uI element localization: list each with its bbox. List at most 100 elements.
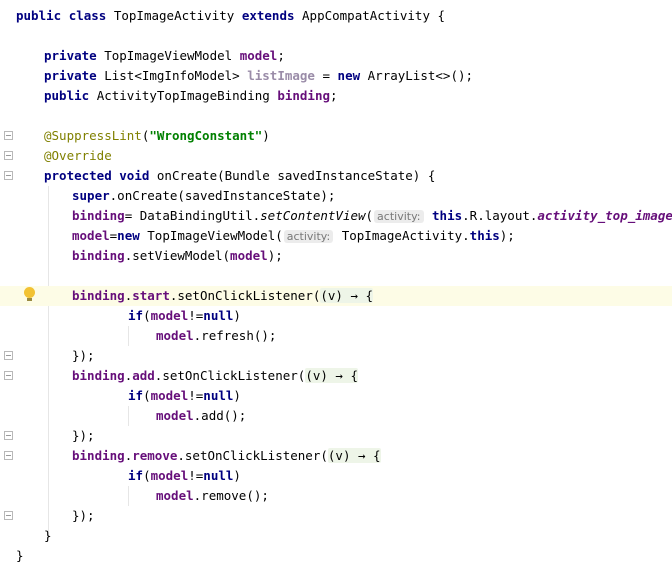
expression: .setViewModel( (124, 248, 231, 263)
paren: ( (143, 388, 151, 403)
keyword: private (44, 48, 97, 63)
field-name: remove (132, 448, 178, 463)
paren: ) (233, 388, 241, 403)
method-call: .add(); (193, 408, 247, 423)
closing-brackets: }); (72, 508, 95, 523)
code-line-annotation-override[interactable]: @Override (16, 146, 672, 166)
code-line-close-class[interactable]: } (16, 546, 672, 566)
expression: .onCreate(savedInstanceState); (109, 188, 336, 203)
field-name-unused: listImage (247, 68, 315, 83)
code-line-field-binding[interactable]: public ActivityTopImageBinding binding; (16, 86, 672, 106)
method-call: .refresh(); (193, 328, 277, 343)
field-name: model (156, 408, 194, 423)
keyword: super (72, 188, 110, 203)
code-line-annotation-suppresslint[interactable]: @SuppressLint("WrongConstant") (16, 126, 672, 146)
closing-brackets: }); (72, 348, 95, 363)
semicolon: ; (330, 88, 338, 103)
code-editor[interactable]: public class TopImageActivity extends Ap… (0, 0, 672, 576)
annotation: @Override (44, 148, 112, 163)
fold-marker-icon[interactable] (4, 371, 13, 380)
field-name: model (72, 228, 110, 243)
code-line-class-declaration[interactable]: public class TopImageActivity extends Ap… (16, 6, 672, 26)
brace: { (437, 8, 446, 23)
keyword: void (119, 168, 150, 183)
fold-marker-icon[interactable] (4, 451, 13, 460)
method-call: .setOnClickListener( (177, 448, 328, 463)
fold-marker-icon[interactable] (4, 511, 13, 520)
code-line-field-listimage[interactable]: private List<ImgInfoModel> listImage = n… (16, 66, 672, 86)
code-line-super-oncreate[interactable]: super.onCreate(savedInstanceState); (16, 186, 672, 206)
lambda-expression: (v) → { (305, 368, 358, 383)
fold-marker-icon[interactable] (4, 171, 13, 180)
expression: .R.layout. (462, 208, 538, 223)
keyword: this (432, 208, 463, 223)
operator: = (322, 68, 331, 83)
keyword: class (68, 8, 107, 23)
string-literal: "WrongConstant" (149, 128, 263, 143)
code-line-add-listener[interactable]: binding.add.setOnClickListener((v) → { (16, 366, 672, 386)
keyword: null (203, 388, 234, 403)
code-line-if-model-null[interactable]: if(model!=null) (16, 386, 672, 406)
class-reference: TopImageActivity. (341, 228, 470, 243)
code-line-close-listener[interactable]: }); (16, 506, 672, 526)
keyword: public (16, 8, 62, 23)
field-name: model (150, 388, 189, 403)
field-name: binding (72, 288, 125, 303)
code-line-set-content-view[interactable]: binding= DataBindingUtil.setContentView(… (16, 206, 672, 226)
fold-marker-icon[interactable] (4, 431, 13, 440)
keyword: if (128, 308, 144, 323)
field-name: model (239, 48, 278, 63)
constructor-call: TopImageViewModel( (147, 228, 283, 243)
field-name: model (150, 468, 189, 483)
lightbulb-base (27, 298, 32, 301)
lightbulb-icon[interactable] (24, 287, 35, 298)
field-name: model (230, 248, 268, 263)
paren: ) (233, 468, 241, 483)
field-name: start (132, 288, 170, 303)
code-line-method-oncreate[interactable]: protected void onCreate(Bundle savedInst… (16, 166, 672, 186)
field-name: binding (72, 448, 125, 463)
paren: ) (262, 128, 270, 143)
type-name: TopImageViewModel (104, 48, 233, 63)
code-line-add[interactable]: model.add(); (16, 406, 672, 426)
code-line-remove[interactable]: model.remove(); (16, 486, 672, 506)
lambda-expression: (v) → { (320, 288, 374, 303)
method-call: .setOnClickListener( (154, 368, 306, 383)
field-name: model (150, 308, 189, 323)
fold-marker-icon[interactable] (4, 131, 13, 140)
expression: ArrayList<>(); (367, 68, 474, 83)
keyword: if (128, 388, 144, 403)
code-line-new-viewmodel[interactable]: model=new TopImageViewModel(activity: To… (16, 226, 672, 246)
annotation: @SuppressLint (44, 128, 142, 143)
field-name: binding (72, 208, 125, 223)
code-line-close-listener[interactable]: }); (16, 426, 672, 446)
keyword: null (203, 308, 234, 323)
code-line-remove-listener[interactable]: binding.remove.setOnClickListener((v) → … (16, 446, 672, 466)
operator: != (188, 388, 204, 403)
code-line-start-listener[interactable]: binding.start.setOnClickListener((v) → { (0, 286, 672, 306)
code-line-close-method[interactable]: } (16, 526, 672, 546)
code-line-close-listener[interactable]: }); (16, 346, 672, 366)
paren: ( (365, 208, 374, 223)
operator: != (188, 468, 204, 483)
paren: ( (143, 468, 151, 483)
parameter-hint: activity: (374, 210, 424, 223)
field-name: model (156, 328, 194, 343)
code-line-if-model-null[interactable]: if(model!=null) (16, 466, 672, 486)
keyword: new (117, 228, 140, 243)
code-line-refresh[interactable]: model.refresh(); (16, 326, 672, 346)
semicolon: ; (277, 48, 285, 63)
closing-brackets: }); (72, 428, 95, 443)
keyword: null (203, 468, 234, 483)
method-name: setContentView (260, 208, 366, 223)
fold-marker-icon[interactable] (4, 151, 13, 160)
expression: = DataBindingUtil. (124, 208, 261, 223)
type-name: List<ImgInfoModel> (104, 68, 240, 83)
code-line-field-model[interactable]: private TopImageViewModel model; (16, 46, 672, 66)
code-line-if-model-null[interactable]: if(model!=null) (16, 306, 672, 326)
code-line-set-viewmodel[interactable]: binding.setViewModel(model); (16, 246, 672, 266)
keyword: this (469, 228, 500, 243)
field-name: model (156, 488, 194, 503)
fold-marker-icon[interactable] (4, 351, 13, 360)
keyword: private (44, 68, 97, 83)
